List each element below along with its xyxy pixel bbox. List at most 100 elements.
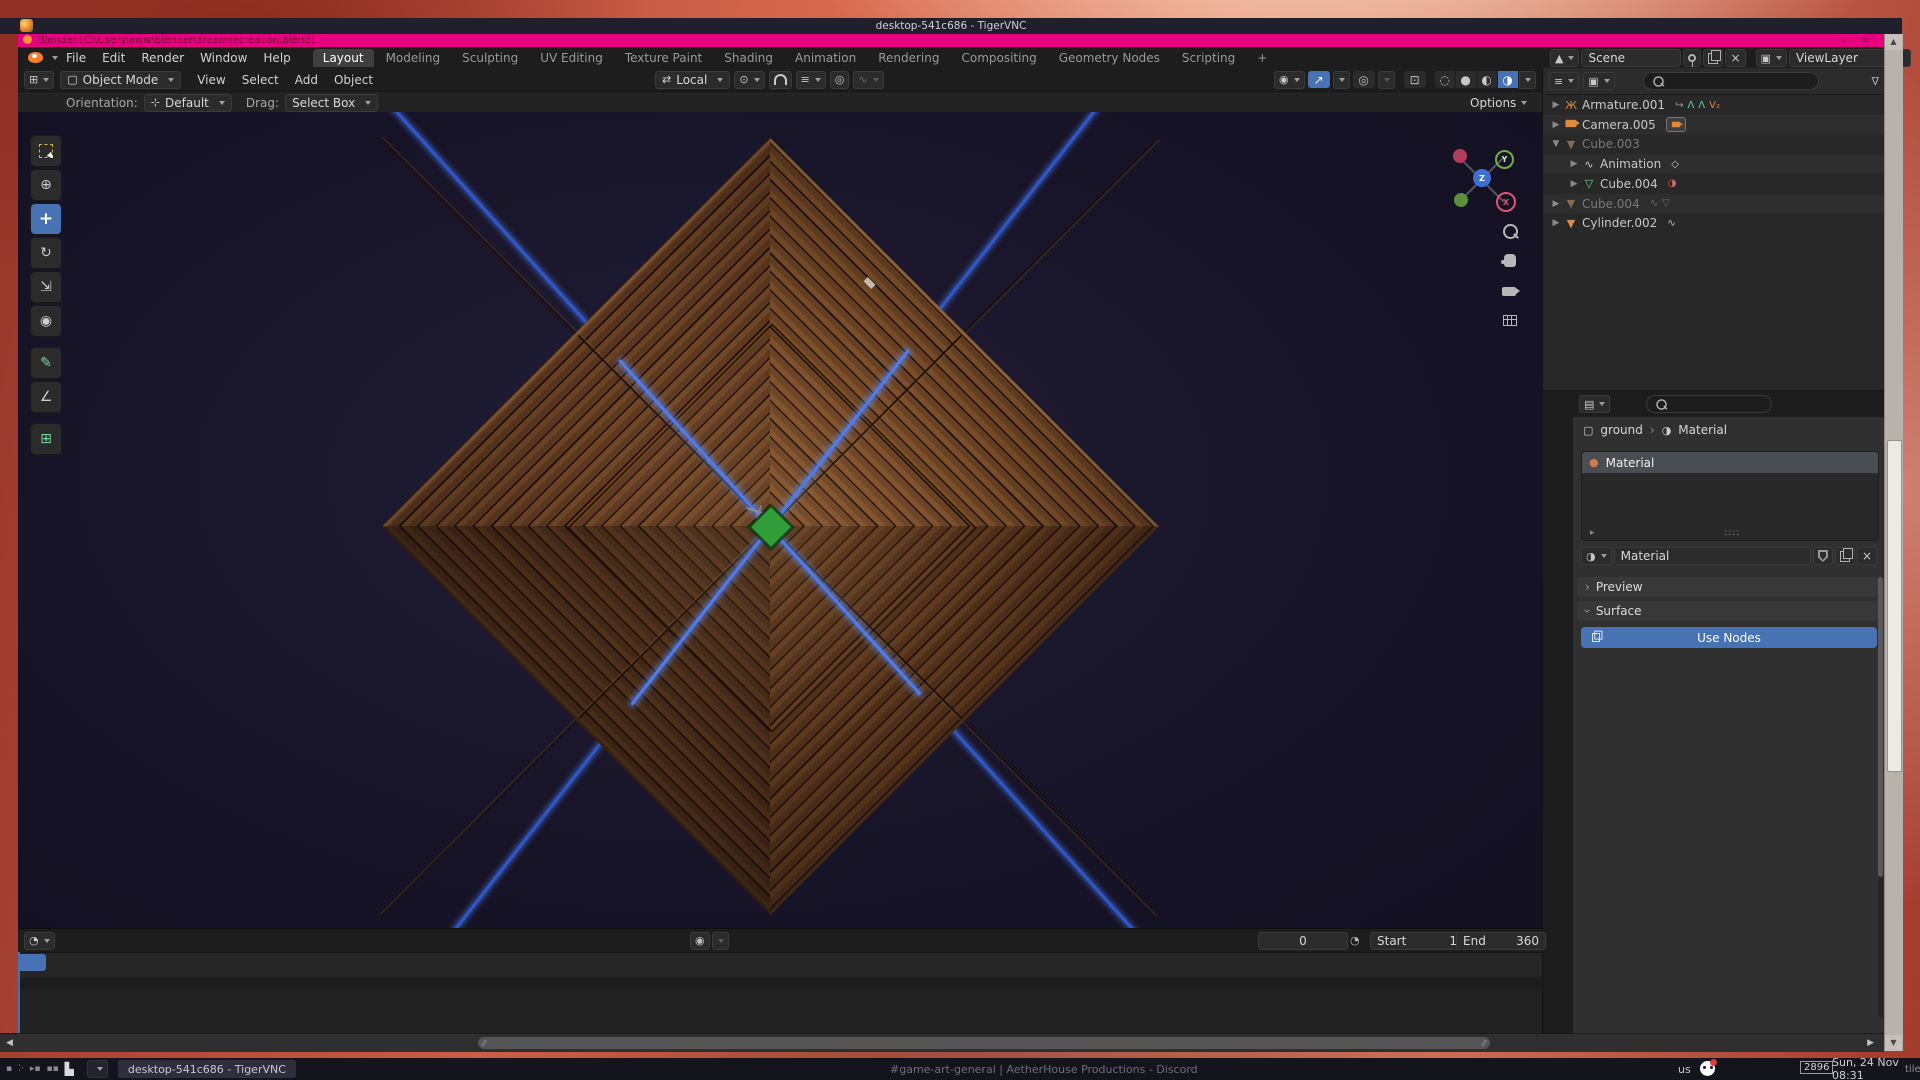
auto-keying-toggle[interactable]: ◉ [690, 932, 710, 950]
menu-help[interactable]: Help [255, 49, 298, 67]
current-frame-field[interactable]: 0 [1258, 932, 1348, 950]
vnc-horizontal-scrollbar[interactable]: ◀ ⁄⁄⁄⁄⁄⁄ ▶ [0, 1033, 1884, 1052]
blender-window-titlebar[interactable]: Blender [C:\Users\aww\blender\dreamrecre… [18, 34, 1884, 47]
scale-tool[interactable]: ⇲ [30, 271, 62, 303]
outliner-item-cube-004[interactable]: ▶▽Cube.004◑ [1543, 174, 1885, 194]
active-camera-badge-icon[interactable] [1666, 117, 1686, 132]
gizmo-dropdown[interactable] [1333, 71, 1350, 89]
scene-datablock-icon[interactable]: ▲ [1550, 49, 1579, 67]
outliner-display-mode-dropdown[interactable]: ≡ [1549, 72, 1579, 90]
proportional-editing-toggle[interactable]: ◎ [830, 71, 850, 89]
transform-tool[interactable]: ◉ [30, 305, 62, 337]
new-material-button[interactable] [1835, 547, 1855, 565]
hscroll-thumb[interactable]: ⁄⁄⁄⁄⁄⁄ [478, 1037, 1490, 1049]
collapse-icon[interactable]: ▼ [1549, 139, 1563, 149]
timeline-editor-type-button[interactable]: ◔ [24, 932, 55, 950]
frame-end-field[interactable]: End360 [1456, 932, 1546, 950]
keyframe-icon[interactable]: ◇ [1671, 159, 1679, 170]
outliner-item-camera-005[interactable]: ▶Camera.005 [1543, 115, 1885, 135]
viewport-menu-object[interactable]: Object [326, 71, 381, 89]
ortho-toggle-control[interactable] [1500, 315, 1520, 330]
link-icon[interactable]: ↪ [1675, 100, 1683, 111]
vscroll-thumb[interactable] [1887, 440, 1902, 772]
properties-editor-type-button[interactable]: ▤ [1579, 395, 1610, 413]
frame-start-field[interactable]: Start1 [1370, 932, 1464, 950]
use-nodes-button[interactable]: Use Nodes [1581, 627, 1877, 648]
drag-mode-dropdown[interactable]: Select Box [285, 94, 378, 112]
scene-name-field[interactable]: Scene [1581, 49, 1681, 67]
pan-control[interactable] [1500, 254, 1520, 271]
workspace-tab-layout[interactable]: Layout [313, 49, 374, 67]
material-name-field[interactable]: Material [1614, 547, 1811, 565]
mode-selector[interactable]: ▢ Object Mode [60, 71, 181, 89]
add-cube-tool[interactable]: ⊞ [30, 423, 62, 455]
gizmo-y-negative-ball[interactable] [1454, 193, 1468, 207]
gizmo-x-negative-ball[interactable] [1453, 149, 1467, 163]
menu-edit[interactable]: Edit [94, 49, 133, 67]
shading-dropdown[interactable] [1519, 71, 1536, 89]
taskbar-collapse-button[interactable] [87, 1060, 108, 1078]
expand-icon[interactable]: ▶ [1549, 100, 1563, 110]
expand-icon[interactable]: ▶ [1567, 179, 1581, 189]
outliner-filter-icon[interactable]: ∇ [1872, 76, 1879, 87]
workspace-tab-texture-paint[interactable]: Texture Paint [615, 49, 712, 67]
annotate-tool[interactable]: ✎ [30, 347, 62, 379]
pose-icon[interactable]: Λ [1698, 100, 1705, 111]
timeline-ruler[interactable] [18, 952, 1542, 978]
viewport-menu-add[interactable]: Add [287, 71, 326, 89]
outliner-item-cylinder-002[interactable]: ▶▼Cylinder.002∿ [1543, 213, 1885, 233]
vnc-vertical-scrollbar[interactable]: ▲ ▼ [1884, 34, 1903, 1051]
shading-solid-button[interactable]: ● [1456, 71, 1476, 88]
keyboard-layout-indicator[interactable]: us [1678, 1063, 1691, 1076]
anim-icon[interactable]: ∿ [1667, 218, 1675, 229]
keying-set-dropdown[interactable] [712, 932, 729, 950]
pager-icon-4[interactable]: ▪▪ [46, 1064, 58, 1074]
unlink-scene-button[interactable]: × [1725, 49, 1745, 67]
outliner-item-armature-001[interactable]: ▶ЖArmature.001↪ΛΛV₂ [1543, 95, 1885, 115]
preview-panel-header[interactable]: ›Preview [1577, 577, 1881, 597]
menu-file[interactable]: File [58, 49, 94, 67]
move-tool[interactable]: + [30, 203, 62, 235]
stopwatch-icon[interactable]: ◔ [1350, 935, 1360, 946]
vnc-window-titlebar[interactable]: desktop-541c686 - TigerVNC [0, 18, 1902, 34]
expand-icon[interactable]: ▶ [1549, 199, 1563, 209]
cursor-tool[interactable]: ⊕ [30, 169, 62, 201]
viewport-menu-view[interactable]: View [189, 71, 233, 89]
pager-icon-3[interactable]: ▸▪ [30, 1064, 41, 1074]
overlays-dropdown[interactable] [1378, 71, 1395, 89]
expand-icon[interactable]: ▶ [1549, 120, 1563, 130]
taskbar-task-discord[interactable]: #game-art-general | AetherHouse Producti… [880, 1060, 1208, 1078]
scroll-up-arrow-icon[interactable]: ▲ [1885, 34, 1902, 50]
blender-logo-menu[interactable] [28, 52, 43, 63]
scroll-left-arrow-icon[interactable]: ◀ [6, 1038, 13, 1048]
files-icon[interactable]: ▙ [65, 1062, 74, 1076]
shading-rendered-button[interactable]: ◑ [1498, 71, 1518, 88]
gizmo-z-ball[interactable]: Z [1473, 169, 1491, 187]
material-browse-dropdown[interactable]: ◑ [1581, 547, 1612, 565]
workspace-tab-shading[interactable]: Shading [714, 49, 783, 67]
workspace-tab-uv-editing[interactable]: UV Editing [530, 49, 613, 67]
pivot-point-dropdown[interactable]: ⊙ [734, 71, 764, 89]
new-scene-button[interactable] [1703, 49, 1723, 67]
menu-render[interactable]: Render [133, 49, 192, 67]
window-controls[interactable]: – × [1841, 34, 1876, 47]
breadcrumb-object[interactable]: ground [1600, 423, 1642, 437]
pose-icon[interactable]: Λ [1687, 100, 1694, 111]
mesh-gray-icon[interactable]: ▽ [1662, 198, 1670, 209]
snap-settings-dropdown[interactable]: ≡ [796, 71, 826, 89]
outliner-filter-image-dropdown[interactable]: ▣ [1583, 72, 1614, 90]
grip-icon[interactable]: :::: [1724, 528, 1740, 538]
current-frame-indicator[interactable] [18, 954, 46, 971]
xray-toggle[interactable]: ⊡ [1404, 71, 1426, 88]
expand-icon[interactable]: ▶ [1567, 159, 1581, 169]
workspace-tab-geometry-nodes[interactable]: Geometry Nodes [1049, 49, 1170, 67]
viewport-canvas[interactable]: X Y Z [18, 112, 1542, 928]
discord-tray-icon[interactable] [1700, 1061, 1715, 1076]
fake-user-button[interactable] [1813, 547, 1833, 565]
surface-panel-header[interactable]: ›Surface [1577, 601, 1881, 621]
visibility-dropdown[interactable]: ◉ [1274, 71, 1305, 89]
workspace-tab-compositing[interactable]: Compositing [951, 49, 1046, 67]
tool-orientation-dropdown[interactable]: ⊹Default [144, 94, 232, 112]
material-slot-row[interactable]: ● Material [1582, 452, 1878, 473]
properties-search-input[interactable] [1646, 395, 1772, 413]
